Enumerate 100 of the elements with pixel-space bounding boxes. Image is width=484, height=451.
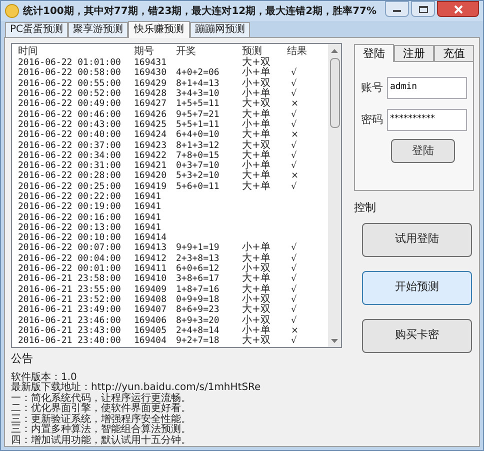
table-cell-text: 5+5+1=11	[176, 120, 220, 130]
notice-line: 三：内置多种算法，智能组合算法预测。	[11, 425, 192, 435]
table-cell-text: 大+单	[242, 110, 272, 120]
tab[interactable]: PC蛋蛋预测	[5, 22, 68, 37]
notice-line: 二：优化界面引擎，使软件界面更好看。	[11, 404, 192, 414]
table-cell-text: 2016-06-22 00:31:00	[18, 161, 122, 172]
close-icon	[454, 4, 462, 14]
table-cell-text: 16941	[134, 202, 162, 212]
table-cell-text: ×	[290, 171, 300, 182]
tab[interactable]: 注册	[394, 45, 434, 61]
notice-label: 公告	[11, 351, 34, 367]
table-cell-text: 3+4+3=10	[176, 89, 220, 100]
table-cell-text: 大+单	[242, 171, 272, 182]
scroll-up-icon	[331, 49, 338, 53]
table-cell-text: 2016-06-22 00:16:00	[18, 212, 122, 223]
account-field[interactable]: admin	[387, 77, 467, 99]
column-header[interactable]: 期号	[134, 44, 176, 58]
table-cell-text: 2016-06-22 00:34:00	[18, 150, 122, 161]
table-cell-text: 2016-06-22 00:28:00	[18, 171, 122, 182]
table-cell-text: 2016-06-22 00:19:00	[18, 202, 122, 212]
account-label: 账号	[361, 80, 383, 96]
table-cell-text: √	[290, 78, 298, 89]
password-field[interactable]: **********	[387, 109, 467, 131]
table-cell-text: 3+8+6=17	[176, 274, 220, 284]
table-cell-text: 169409	[134, 284, 168, 295]
notice-line: 三：更新验证系统，增强程序安全性能。	[11, 414, 192, 424]
tab[interactable]: 充值	[434, 45, 474, 61]
table-cell-text: 169429	[134, 78, 168, 89]
table-cell-text: 大+双	[242, 140, 272, 151]
password-label: 密码	[361, 112, 383, 128]
table-cell-text: ×	[290, 326, 300, 336]
table-cell-text: ×	[290, 99, 300, 110]
table-cell-text: 2016-06-22 00:55:00	[18, 78, 122, 89]
table-cell-text: 0+9+9=18	[176, 294, 220, 305]
login-button[interactable]: 登陆	[391, 139, 455, 163]
column-header[interactable]: 结果	[287, 44, 327, 58]
table-cell-text: 2016-06-22 00:13:00	[18, 222, 122, 233]
close-button[interactable]	[437, 1, 479, 17]
table-cell-text: √	[290, 336, 298, 346]
table-cell-text: 大+单	[242, 182, 272, 192]
table-cell-text: 16941	[134, 212, 162, 223]
table-cell-text: 169405	[134, 326, 168, 336]
table-cell-text: 小+双	[242, 294, 272, 305]
table-cell-text: 小+双	[242, 78, 272, 89]
table-cell-text: √	[290, 120, 298, 130]
table-cell-text: √	[290, 182, 298, 192]
table-cell-text: 169428	[134, 89, 168, 100]
table-cell-text: 2016-06-22 00:37:00	[18, 140, 122, 151]
table-cell-text: 169412	[134, 254, 168, 264]
table-cell-text: 0+3+7=10	[176, 161, 220, 172]
tab[interactable]: 聚享游预测	[68, 22, 128, 37]
table-cell-text: √	[290, 264, 298, 274]
column-header[interactable]: 时间	[18, 44, 134, 58]
minimize-icon	[393, 10, 401, 12]
action-button[interactable]: 开始预测	[362, 270, 472, 304]
table-cell-text: 2016-06-22 00:52:00	[18, 89, 122, 100]
table-cell-text: 2016-06-22 00:40:00	[18, 130, 122, 140]
table-cell-text: √	[290, 110, 298, 120]
table-cell-text: 9+5+7=21	[176, 110, 220, 120]
minimize-button[interactable]	[385, 1, 409, 17]
notice-line: 软件版本：1.0	[11, 372, 77, 382]
table-cell-text: 小+单	[242, 89, 272, 100]
tab[interactable]: 蹦蹦网预测	[190, 22, 250, 37]
table-cell-text: 大+单	[242, 274, 272, 284]
table-cell-text: √	[290, 274, 298, 284]
table-cell-text: 2016-06-21 23:43:00	[18, 326, 122, 336]
table-cell-text: 169422	[134, 150, 168, 161]
table-cell-text: 169431	[134, 58, 168, 68]
action-button[interactable]: 购买卡密	[362, 318, 472, 352]
tab[interactable]: 快乐赚预测	[128, 21, 190, 38]
action-button[interactable]: 试用登陆	[362, 222, 472, 256]
table-cell-text: √	[290, 243, 298, 254]
table-cell-text: 169419	[134, 182, 168, 192]
table-cell-text: 2016-06-22 01:01:00	[18, 58, 122, 68]
table-cell-text: 1+5+5=11	[176, 99, 220, 110]
table-cell-text: 2016-06-22 00:07:00	[18, 243, 122, 254]
table-cell-text: 大+单	[242, 254, 272, 264]
table-cell-text: 169414	[134, 233, 168, 244]
maximize-button[interactable]	[411, 1, 435, 17]
table-cell-text: 169426	[134, 110, 168, 120]
table-cell-text: 大+双	[242, 336, 272, 346]
table-cell-text: 169427	[134, 99, 168, 110]
table-cell-text: 169420	[134, 171, 168, 182]
table-cell-text: ×	[290, 130, 300, 140]
tab[interactable]: 登陆	[354, 44, 394, 62]
table-cell-text: 169430	[134, 68, 168, 78]
table-cell-text: √	[290, 89, 298, 100]
maximize-icon	[418, 6, 428, 12]
table-cell-text: 2016-06-21 23:40:00	[18, 336, 122, 346]
table-cell-text: 2016-06-21 23:58:00	[18, 274, 122, 284]
column-header[interactable]: 预测	[242, 44, 287, 58]
table-cell-text: 169404	[134, 336, 168, 346]
column-header[interactable]: 开奖	[176, 44, 242, 58]
table-cell-text: 4+0+2=06	[176, 68, 220, 78]
notice-line: 一：简化系统代码，让程序运行更流畅。	[11, 394, 192, 404]
window-title: 统计100期，其中对77期，错23期，最大连对12期，最大连错2期，胜率77%	[23, 4, 377, 18]
table-cell-text: 2016-06-22 00:43:00	[18, 120, 122, 130]
table-cell-text: 大+双	[242, 305, 272, 316]
scrollbar-thumb[interactable]	[330, 58, 340, 128]
scrollbar[interactable]	[328, 44, 341, 347]
